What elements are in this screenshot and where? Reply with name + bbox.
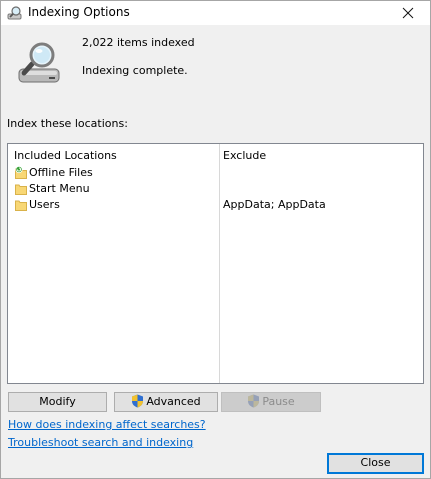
location-name: Start Menu — [29, 182, 90, 195]
index-locations-label: Index these locations: — [7, 117, 128, 130]
close-button[interactable]: Close — [327, 453, 424, 474]
how-indexing-affects-link[interactable]: How does indexing affect searches? — [8, 418, 206, 432]
offline-folder-icon — [15, 165, 27, 179]
list-item[interactable]: Users AppData; AppData — [8, 197, 423, 213]
list-item[interactable]: Start Menu — [8, 181, 423, 197]
items-indexed-count: 2,022 items indexed — [82, 36, 195, 49]
location-name: Users — [29, 198, 60, 211]
pause-button-label: Pause — [262, 395, 295, 408]
locations-list[interactable]: Included Locations Exclude Offline Files… — [7, 143, 424, 384]
uac-shield-icon — [247, 394, 260, 408]
location-name: Offline Files — [29, 166, 93, 179]
folder-icon — [15, 182, 27, 195]
close-icon[interactable] — [388, 1, 428, 25]
location-exclude: AppData; AppData — [223, 198, 326, 211]
list-item[interactable]: Offline Files — [8, 165, 423, 181]
troubleshoot-link[interactable]: Troubleshoot search and indexing — [8, 436, 193, 450]
indexing-options-window: Indexing Options 2,022 items indexed Ind… — [0, 0, 431, 479]
advanced-button[interactable]: Advanced — [114, 392, 218, 412]
column-header-included[interactable]: Included Locations — [14, 149, 117, 163]
title-bar: Indexing Options — [1, 1, 430, 25]
advanced-button-label: Advanced — [146, 395, 201, 408]
indexing-options-icon — [7, 5, 23, 21]
pause-button[interactable]: Pause — [221, 392, 321, 412]
drive-magnifier-icon — [17, 41, 63, 87]
uac-shield-icon — [131, 394, 144, 408]
modify-button[interactable]: Modify — [8, 392, 107, 412]
indexing-status-message: Indexing complete. — [82, 64, 188, 77]
window-title: Indexing Options — [28, 5, 130, 19]
column-header-exclude[interactable]: Exclude — [223, 149, 266, 163]
folder-icon — [15, 198, 27, 211]
